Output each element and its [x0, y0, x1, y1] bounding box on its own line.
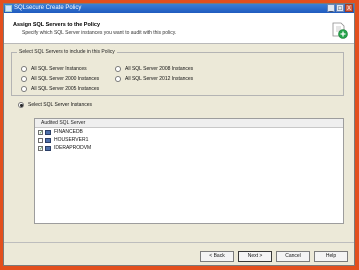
radio-dot-selected: [18, 102, 24, 108]
wizard-header: Assign SQL Servers to the Policy Specify…: [4, 13, 354, 44]
radio-label: All SQL Server 2008 Instances: [125, 66, 194, 72]
wizard-buttons: < Back Next > Cancel Help: [200, 251, 348, 262]
window-title: SQLsecure Create Policy: [14, 5, 82, 11]
radio-all-2008[interactable]: All SQL Server 2008 Instances: [115, 66, 193, 72]
help-button[interactable]: Help: [314, 251, 348, 262]
radio-dot: [21, 66, 27, 72]
radio-all-instances[interactable]: All SQL Server Instances: [21, 66, 87, 72]
radio-select-instances[interactable]: Select SQL Server Instances: [18, 102, 92, 108]
server-selection-group: Select SQL Servers to include in this Po…: [11, 49, 344, 96]
list-column-header[interactable]: Audited SQL Server: [35, 119, 343, 128]
window-controls: _ □ X: [327, 4, 353, 12]
page-title: Assign SQL Servers to the Policy: [13, 22, 101, 28]
group-legend: Select SQL Servers to include in this Po…: [17, 49, 117, 55]
footer-divider: [4, 242, 354, 243]
checkbox-unchecked[interactable]: [38, 137, 43, 143]
checkbox-checked[interactable]: ✓: [38, 129, 43, 135]
close-button[interactable]: X: [345, 4, 353, 12]
radio-dot: [21, 86, 27, 92]
server-icon: [45, 145, 51, 151]
server-icon: [45, 129, 51, 135]
list-item[interactable]: HOUSERVER1: [35, 136, 343, 144]
server-list[interactable]: Audited SQL Server ✓ FINANCEDB HOUSERVER…: [34, 118, 344, 224]
next-button[interactable]: Next >: [238, 251, 272, 262]
radio-label: All SQL Server 2000 Instances: [31, 76, 100, 82]
server-name: FINANCEDB: [54, 129, 83, 135]
app-icon: [5, 5, 12, 12]
radio-all-2012[interactable]: All SQL Server 2012 Instances: [115, 76, 193, 82]
server-name: IDERAPRODVM: [54, 145, 92, 151]
minimize-button[interactable]: _: [327, 4, 335, 12]
radio-dot: [115, 76, 121, 82]
radio-all-2005[interactable]: All SQL Server 2005 Instances: [21, 86, 99, 92]
radio-label: All SQL Server 2005 Instances: [31, 86, 100, 92]
cancel-button[interactable]: Cancel: [276, 251, 310, 262]
list-item[interactable]: ✓ IDERAPRODVM: [35, 144, 343, 152]
radio-dot: [21, 76, 27, 82]
policy-wizard-window: SQLsecure Create Policy _ □ X Assign SQL…: [3, 3, 355, 266]
server-icon: [45, 137, 51, 143]
title-bar[interactable]: SQLsecure Create Policy _ □ X: [4, 4, 354, 13]
server-name: HOUSERVER1: [54, 137, 89, 143]
radio-label: All SQL Server Instances: [31, 66, 87, 72]
radio-all-2000[interactable]: All SQL Server 2000 Instances: [21, 76, 99, 82]
list-item[interactable]: ✓ FINANCEDB: [35, 128, 343, 136]
maximize-button[interactable]: □: [336, 4, 344, 12]
policy-logo-icon: [332, 22, 348, 39]
radio-label: Select SQL Server Instances: [28, 102, 93, 108]
page-subtitle: Specify which SQL Server instances you w…: [22, 30, 177, 36]
radio-dot: [115, 66, 121, 72]
checkbox-checked[interactable]: ✓: [38, 145, 43, 151]
back-button[interactable]: < Back: [200, 251, 234, 262]
radio-label: All SQL Server 2012 Instances: [125, 76, 194, 82]
